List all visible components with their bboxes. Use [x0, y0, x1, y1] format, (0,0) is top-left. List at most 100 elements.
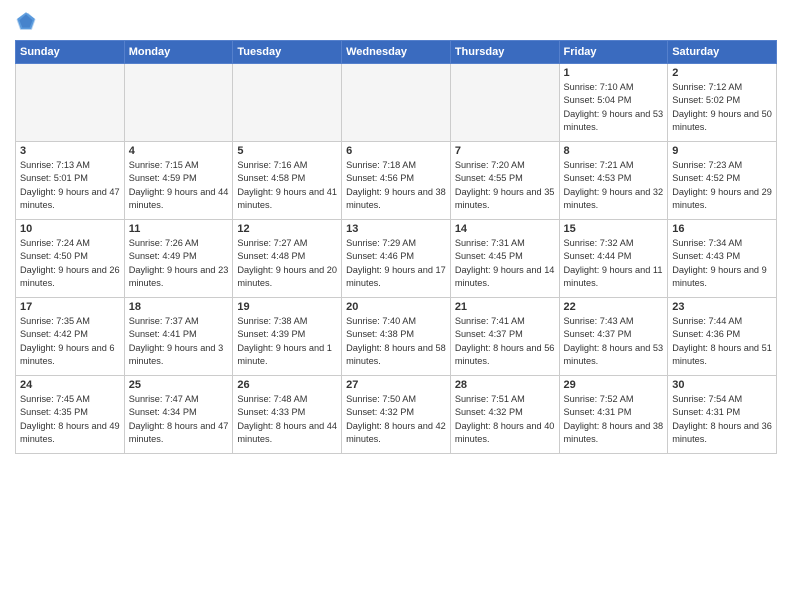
day-info-line: Sunset: 4:35 PM	[20, 407, 88, 417]
day-number: 6	[346, 145, 446, 157]
day-info-line: Sunrise: 7:51 AM	[455, 394, 525, 404]
day-info-line: Sunset: 4:34 PM	[129, 407, 197, 417]
day-info: Sunrise: 7:32 AMSunset: 4:44 PMDaylight:…	[564, 237, 664, 290]
day-info-line: Sunset: 4:32 PM	[455, 407, 523, 417]
weekday-header-saturday: Saturday	[668, 41, 777, 64]
day-info-line: Sunrise: 7:27 AM	[237, 238, 307, 248]
logo	[15, 10, 41, 32]
day-number: 5	[237, 145, 337, 157]
day-info-line: Daylight: 8 hours and 58 minutes.	[346, 343, 446, 366]
day-info-line: Sunrise: 7:37 AM	[129, 316, 199, 326]
day-info-line: Sunset: 4:31 PM	[672, 407, 740, 417]
day-info-line: Sunrise: 7:50 AM	[346, 394, 416, 404]
calendar-cell	[124, 64, 233, 142]
day-info-line: Daylight: 9 hours and 29 minutes.	[672, 187, 772, 210]
day-info: Sunrise: 7:20 AMSunset: 4:55 PMDaylight:…	[455, 159, 555, 212]
day-info-line: Daylight: 8 hours and 47 minutes.	[129, 421, 229, 444]
day-info: Sunrise: 7:35 AMSunset: 4:42 PMDaylight:…	[20, 315, 120, 368]
day-number: 16	[672, 223, 772, 235]
day-number: 30	[672, 379, 772, 391]
day-info: Sunrise: 7:45 AMSunset: 4:35 PMDaylight:…	[20, 393, 120, 446]
calendar-cell: 7 Sunrise: 7:20 AMSunset: 4:55 PMDaylight…	[450, 142, 559, 220]
day-info: Sunrise: 7:40 AMSunset: 4:38 PMDaylight:…	[346, 315, 446, 368]
day-info: Sunrise: 7:44 AMSunset: 4:36 PMDaylight:…	[672, 315, 772, 368]
day-info-line: Sunrise: 7:52 AM	[564, 394, 634, 404]
day-info-line: Daylight: 9 hours and 41 minutes.	[237, 187, 337, 210]
day-info-line: Sunset: 4:37 PM	[564, 329, 632, 339]
calendar-cell: 22Sunrise: 7:43 AMSunset: 4:37 PMDayligh…	[559, 298, 668, 376]
day-info-line: Sunrise: 7:47 AM	[129, 394, 199, 404]
day-info: Sunrise: 7:21 AMSunset: 4:53 PMDaylight:…	[564, 159, 664, 212]
day-info-line: Daylight: 9 hours and 17 minutes.	[346, 265, 446, 288]
day-info-line: Sunset: 4:59 PM	[129, 173, 197, 183]
calendar-cell	[450, 64, 559, 142]
day-info-line: Daylight: 9 hours and 32 minutes.	[564, 187, 664, 210]
day-info-line: Daylight: 9 hours and 53 minutes.	[564, 109, 664, 132]
day-info: Sunrise: 7:23 AMSunset: 4:52 PMDaylight:…	[672, 159, 772, 212]
day-info-line: Sunrise: 7:10 AM	[564, 82, 634, 92]
day-info: Sunrise: 7:52 AM Sunset: 4:31 PM Daylight:…	[564, 393, 664, 446]
day-info-line: Sunrise: 7:21 AM	[564, 160, 634, 170]
calendar-cell: 29Sunrise: 7:52 AMSunset: 4:31 PMDayligh…	[559, 376, 668, 454]
calendar-week-1: 1 Sunrise: 7:10 AM Sunset: 5:04 PM Daylight…	[16, 64, 777, 142]
day-info-line: Sunrise: 7:45 AM	[20, 394, 90, 404]
day-info-line: Sunrise: 7:44 AM	[672, 316, 742, 326]
calendar-cell: 6 Sunrise: 7:18 AMSunset: 4:56 PMDaylight…	[342, 142, 451, 220]
day-info: Sunrise: 7:18 AMSunset: 4:56 PMDaylight:…	[346, 159, 446, 212]
day-info-line: Sunrise: 7:40 AM	[346, 316, 416, 326]
day-number: 25	[129, 379, 229, 391]
day-number: 19	[237, 301, 337, 313]
day-info-line: Sunset: 4:45 PM	[455, 251, 523, 261]
day-info-line: Sunset: 4:42 PM	[20, 329, 88, 339]
day-info-line: Sunset: 4:56 PM	[346, 173, 414, 183]
day-number: 1	[564, 67, 664, 79]
day-info-line: Daylight: 9 hours and 47 minutes.	[20, 187, 120, 210]
weekday-header-monday: Monday	[124, 41, 233, 64]
day-info: Sunrise: 7:27 AMSunset: 4:48 PMDaylight:…	[237, 237, 337, 290]
calendar-cell: 18Sunrise: 7:37 AMSunset: 4:41 PMDayligh…	[124, 298, 233, 376]
calendar-cell: 19 Sunrise: 7:38 AMSunset: 4:39 PMDayligh…	[233, 298, 342, 376]
day-number: 27	[346, 379, 446, 391]
day-info-line: Daylight: 8 hours and 40 minutes.	[455, 421, 555, 444]
day-info-line: Sunset: 5:04 PM	[564, 95, 632, 105]
day-info-line: Sunset: 4:31 PM	[564, 407, 632, 417]
calendar-cell: 10Sunrise: 7:24 AMSunset: 4:50 PMDayligh…	[16, 220, 125, 298]
day-number: 24	[20, 379, 120, 391]
day-info-line: Sunrise: 7:16 AM	[237, 160, 307, 170]
day-number: 20	[346, 301, 446, 313]
day-info-line: Daylight: 9 hours and 9 minutes.	[672, 265, 767, 288]
calendar-week-4: 17Sunrise: 7:35 AMSunset: 4:42 PMDayligh…	[16, 298, 777, 376]
calendar-cell: 5Sunrise: 7:16 AMSunset: 4:58 PMDaylight…	[233, 142, 342, 220]
calendar-cell: 25 Sunrise: 7:47 AM Sunset: 4:34 PM Dayligh…	[124, 376, 233, 454]
day-number: 9	[672, 145, 772, 157]
calendar-week-2: 3Sunrise: 7:13 AMSunset: 5:01 PMDaylight…	[16, 142, 777, 220]
day-info: Sunrise: 7:10 AM Sunset: 5:04 PM Daylight:…	[564, 81, 664, 134]
calendar-week-3: 10Sunrise: 7:24 AMSunset: 4:50 PMDayligh…	[16, 220, 777, 298]
day-info: Sunrise: 7:38 AMSunset: 4:39 PMDaylight:…	[237, 315, 337, 368]
day-number: 7	[455, 145, 555, 157]
day-info-line: Sunset: 4:36 PM	[672, 329, 740, 339]
day-info: Sunrise: 7:50 AMSunset: 4:32 PMDaylight:…	[346, 393, 446, 446]
calendar-cell: 3Sunrise: 7:13 AMSunset: 5:01 PMDaylight…	[16, 142, 125, 220]
day-info-line: Daylight: 8 hours and 42 minutes.	[346, 421, 446, 444]
day-info-line: Daylight: 8 hours and 53 minutes.	[564, 343, 664, 366]
calendar-cell	[233, 64, 342, 142]
day-info-line: Sunrise: 7:29 AM	[346, 238, 416, 248]
calendar-week-5: 24 Sunrise: 7:45 AM Sunset: 4:35 PM Dayligh…	[16, 376, 777, 454]
calendar-cell	[342, 64, 451, 142]
day-info-line: Sunrise: 7:13 AM	[20, 160, 90, 170]
day-info-line: Sunset: 4:37 PM	[455, 329, 523, 339]
day-info-line: Sunset: 4:55 PM	[455, 173, 523, 183]
day-info-line: Sunrise: 7:31 AM	[455, 238, 525, 248]
day-info-line: Sunset: 4:48 PM	[237, 251, 305, 261]
calendar-cell: 14Sunrise: 7:31 AMSunset: 4:45 PMDayligh…	[450, 220, 559, 298]
day-info-line: Daylight: 8 hours and 36 minutes.	[672, 421, 772, 444]
day-info-line: Daylight: 8 hours and 38 minutes.	[564, 421, 664, 444]
day-info-line: Sunset: 4:50 PM	[20, 251, 88, 261]
calendar-cell: 24Sunrise: 7:45 AMSunset: 4:35 PMDayligh…	[16, 376, 125, 454]
day-info-line: Daylight: 8 hours and 44 minutes.	[237, 421, 337, 444]
calendar-cell: 27 Sunrise: 7:50 AMSunset: 4:32 PMDayligh…	[342, 376, 451, 454]
day-info-line: Sunrise: 7:48 AM	[237, 394, 307, 404]
day-info: Sunrise: 7:24 AMSunset: 4:50 PMDaylight:…	[20, 237, 120, 290]
calendar-cell: 26Sunrise: 7:48 AMSunset: 4:33 PMDayligh…	[233, 376, 342, 454]
